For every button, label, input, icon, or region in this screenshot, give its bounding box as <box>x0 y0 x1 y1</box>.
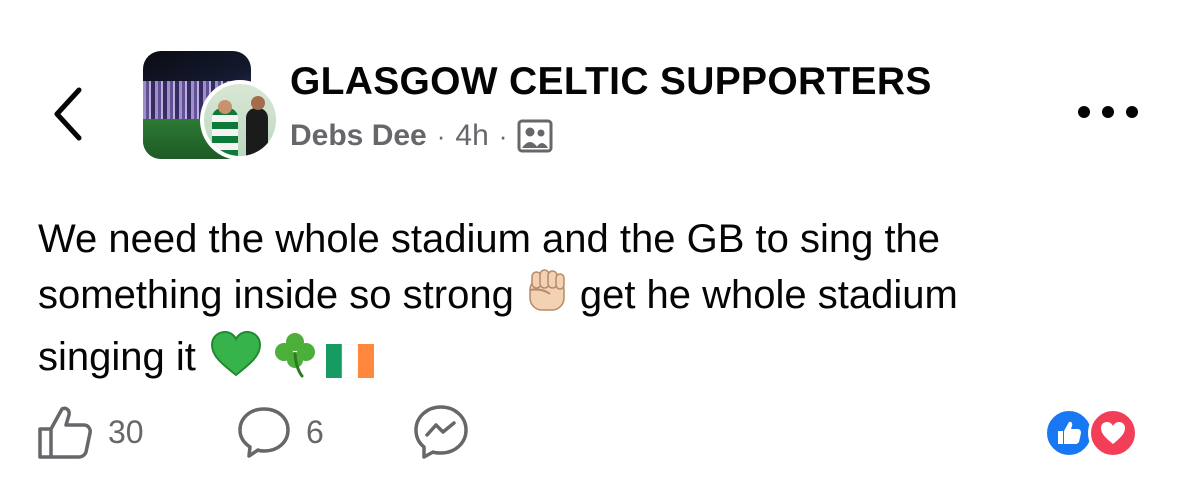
post-time[interactable]: 4h <box>455 119 488 153</box>
post-line-1: We need the whole stadium and the GB to … <box>38 212 1148 266</box>
post-text: get he whole stadium <box>579 273 958 317</box>
more-options-button[interactable] <box>1078 100 1138 124</box>
avatar-head <box>218 100 232 114</box>
shamrock-emoji <box>272 330 318 392</box>
author-avatar[interactable] <box>200 80 280 160</box>
raised-fist-emoji <box>522 266 572 330</box>
more-dot <box>1102 106 1114 118</box>
love-reaction-icon <box>1088 408 1138 458</box>
ireland-flag-emoji <box>325 338 374 392</box>
more-dot <box>1078 106 1090 118</box>
thumbs-up-icon <box>38 406 92 459</box>
group-name-link[interactable]: GLASGOW CELTIC SUPPORTERS <box>290 60 932 104</box>
comment-count: 6 <box>306 413 324 450</box>
author-name-link[interactable]: Debs Dee <box>290 119 427 153</box>
reaction-summary[interactable] <box>1044 408 1144 460</box>
like-button[interactable]: 30 <box>36 403 236 461</box>
avatar-figure <box>212 108 238 156</box>
post-text: singing it <box>38 335 196 379</box>
like-reaction-icon <box>1044 408 1094 458</box>
post-body: We need the whole stadium and the GB to … <box>38 212 1148 392</box>
chevron-left-icon <box>54 87 82 141</box>
post-text: something inside so strong <box>38 273 514 317</box>
post-line-3: singing it <box>38 330 1148 392</box>
messenger-icon <box>414 405 468 459</box>
post-text: We need the whole stadium and the GB to … <box>38 217 941 261</box>
post-meta: Debs Dee · 4h · <box>290 116 553 156</box>
more-dot <box>1126 106 1138 118</box>
avatar-head <box>251 96 265 110</box>
avatar-figure <box>246 108 268 156</box>
meta-separator: · <box>498 120 508 151</box>
members-group-icon <box>517 119 553 153</box>
meta-separator: · <box>436 120 446 151</box>
post-view: GLASGOW CELTIC SUPPORTERS Debs Dee · 4h … <box>0 0 1179 489</box>
back-button[interactable] <box>48 84 88 144</box>
green-heart-emoji <box>210 330 262 392</box>
post-actions: 30 6 <box>36 402 470 462</box>
comment-button[interactable]: 6 <box>236 404 412 460</box>
like-count: 30 <box>108 413 144 450</box>
post-line-2: something inside so strong get he whole … <box>38 266 1148 330</box>
comment-bubble-icon <box>238 407 290 458</box>
messenger-share-button[interactable] <box>412 403 470 461</box>
